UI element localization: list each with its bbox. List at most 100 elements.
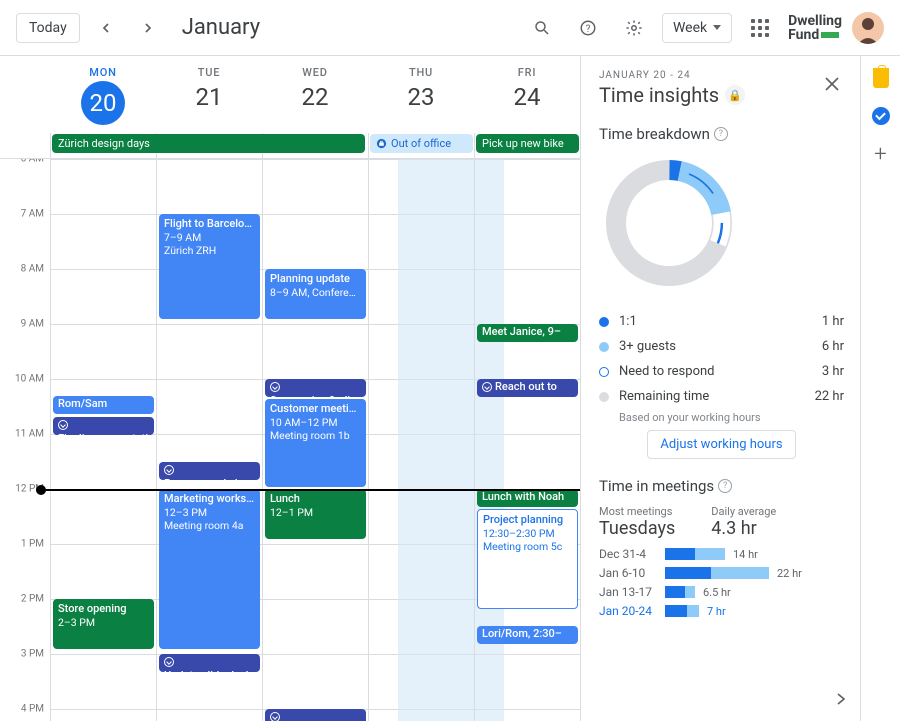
day-number: 23 [368, 83, 474, 111]
insights-title: Time insights [599, 83, 719, 107]
week-bar-row[interactable]: Dec 31-414 hr [599, 547, 844, 561]
day-header[interactable]: FRI 24 [474, 56, 580, 133]
day-name: FRI [474, 66, 580, 79]
time-breakdown-chart[interactable] [599, 153, 739, 293]
allday-event[interactable]: Pick up new bike [476, 134, 579, 153]
week-bar-row[interactable]: Jan 6-1022 hr [599, 566, 844, 580]
keep-icon [873, 68, 889, 88]
day-number: 20 [81, 81, 125, 125]
breakdown-heading: Time breakdown? [599, 125, 844, 143]
time-label: 11 AM [15, 429, 44, 440]
legend-item[interactable]: 1:11 hr [599, 309, 844, 334]
calendar-columns: Rom/Sam Finalize presentation Store open… [50, 159, 580, 721]
today-button[interactable]: Today [16, 13, 80, 43]
day-name: MON [50, 66, 156, 79]
time-label: 8 AM [21, 264, 44, 275]
day-header[interactable]: WED22 [262, 56, 368, 133]
add-app-button[interactable]: + [871, 144, 891, 164]
day-column-thu[interactable] [368, 159, 474, 721]
chevron-right-icon [836, 693, 846, 705]
legend-note: Based on your working hours [619, 411, 844, 424]
time-label: 10 AM [15, 374, 44, 385]
day-name: THU [368, 66, 474, 79]
prev-period-button[interactable] [90, 12, 122, 44]
calendar-task[interactable]: Prepare presentation [265, 709, 366, 721]
time-label: 3 PM [21, 649, 44, 660]
apps-button[interactable] [742, 10, 778, 46]
time-insights-panel: JANUARY 20 - 24 Time insights 🔒 Time bre… [580, 56, 860, 721]
help-icon[interactable]: ? [714, 127, 728, 141]
app-header: Today January ? Week DwellingFund [0, 0, 900, 56]
legend-item[interactable]: Remaining time22 hr [599, 384, 844, 409]
briefcase-icon [376, 138, 387, 149]
day-header[interactable]: THU 23 [368, 56, 474, 133]
calendar-event[interactable]: Meet Janice, 9– [477, 324, 578, 342]
day-header[interactable]: MON 20 [50, 56, 156, 133]
calendar-event[interactable]: Lunch with Noah [477, 489, 578, 507]
calendar-task[interactable]: Summarize findings [265, 379, 366, 397]
calendar-event[interactable]: Store opening2–3 PM [53, 599, 154, 649]
svg-text:?: ? [586, 23, 591, 34]
account-avatar[interactable] [852, 12, 884, 44]
keep-app-button[interactable] [871, 68, 891, 88]
allday-event[interactable]: Zürich design days [52, 134, 365, 153]
now-indicator [42, 489, 580, 491]
week-bar-row[interactable]: Jan 13-176.5 hr [599, 585, 844, 599]
calendar-event[interactable]: Planning update8–9 AM, Conference [265, 269, 366, 319]
breakdown-legend: 1:11 hr 3+ guests6 hr Need to respond3 h… [599, 309, 844, 409]
view-label: Week [673, 20, 707, 36]
week-bar-row[interactable]: Jan 20-247 hr [599, 604, 844, 618]
allday-row: Zürich design days Out of office Pick up… [0, 133, 580, 159]
right-rail: + [860, 56, 900, 721]
legend-item[interactable]: Need to respond3 hr [599, 359, 844, 384]
help-icon[interactable]: ? [718, 479, 732, 493]
day-column-mon[interactable]: Rom/Sam Finalize presentation Store open… [50, 159, 156, 721]
calendar-event[interactable]: Lunch12–1 PM [265, 489, 366, 539]
caret-down-icon [713, 25, 721, 30]
view-dropdown[interactable]: Week [662, 13, 732, 43]
insights-date-range: JANUARY 20 - 24 [599, 70, 844, 81]
insights-next-button[interactable] [832, 689, 850, 713]
calendar-event-tentative[interactable]: Project planning12:30–2:30 PMMeeting roo… [477, 509, 578, 609]
calendar-event[interactable]: Marketing workshop12–3 PMMeeting room 4a [159, 489, 260, 649]
apps-icon [751, 19, 769, 37]
month-title: January [182, 15, 260, 40]
calendar-task[interactable]: Reach out to [477, 379, 578, 397]
calendar-event[interactable]: Customer meeting10 AM–12 PMMeeting room … [265, 399, 366, 487]
ooo-label: Out of office [391, 137, 451, 150]
day-number: 24 [474, 83, 580, 111]
time-label: 4 PM [21, 704, 44, 715]
settings-button[interactable] [616, 10, 652, 46]
day-header[interactable]: TUE21 [156, 56, 262, 133]
time-label: 9 AM [21, 319, 44, 330]
calendar-event[interactable]: Flight to Barcelona7–9 AMZürich ZRH [159, 214, 260, 319]
day-name: TUE [156, 66, 262, 79]
legend-item[interactable]: 3+ guests6 hr [599, 334, 844, 359]
tasks-app-button[interactable] [871, 106, 891, 126]
close-panel-button[interactable] [818, 70, 846, 98]
chevron-left-icon [101, 23, 111, 33]
calendar-task[interactable]: Finalize presentation [53, 417, 154, 435]
calendar-event[interactable]: Rom/Sam [53, 396, 154, 414]
day-headers: MON 20 TUE21WED22THU 23FRI 24 [0, 56, 580, 133]
calendar-task[interactable]: Update slide deck [159, 654, 260, 672]
help-icon: ? [579, 19, 597, 37]
lock-icon[interactable]: 🔒 [725, 85, 745, 105]
time-label: 6 AM [21, 159, 44, 165]
calendar-event[interactable]: Lori/Rom, 2:30– [477, 626, 578, 644]
search-icon [533, 19, 551, 37]
brand-logo: DwellingFund [788, 14, 842, 42]
allday-ooo[interactable]: Out of office [370, 134, 473, 153]
calendar-area: MON 20 TUE21WED22THU 23FRI 24 Zürich design … [0, 56, 580, 721]
avg-meetings-stat: Daily average4.3 hr [711, 505, 776, 539]
calendar-task[interactable]: Prepare workshop [159, 462, 260, 480]
adjust-hours-button[interactable]: Adjust working hours [647, 430, 795, 459]
help-button[interactable]: ? [570, 10, 606, 46]
search-button[interactable] [524, 10, 560, 46]
day-column-wed[interactable]: Planning update8–9 AM, Conference Summar… [262, 159, 368, 721]
day-column-fri[interactable]: Meet Janice, 9– Reach out to Lunch with … [474, 159, 580, 721]
weekly-meeting-bars: Dec 31-414 hr Jan 6-1022 hr Jan 13-176.5 h… [599, 547, 844, 618]
avatar-icon [852, 12, 884, 44]
day-column-tue[interactable]: Flight to Barcelona7–9 AMZürich ZRH Prep… [156, 159, 262, 721]
next-period-button[interactable] [132, 12, 164, 44]
